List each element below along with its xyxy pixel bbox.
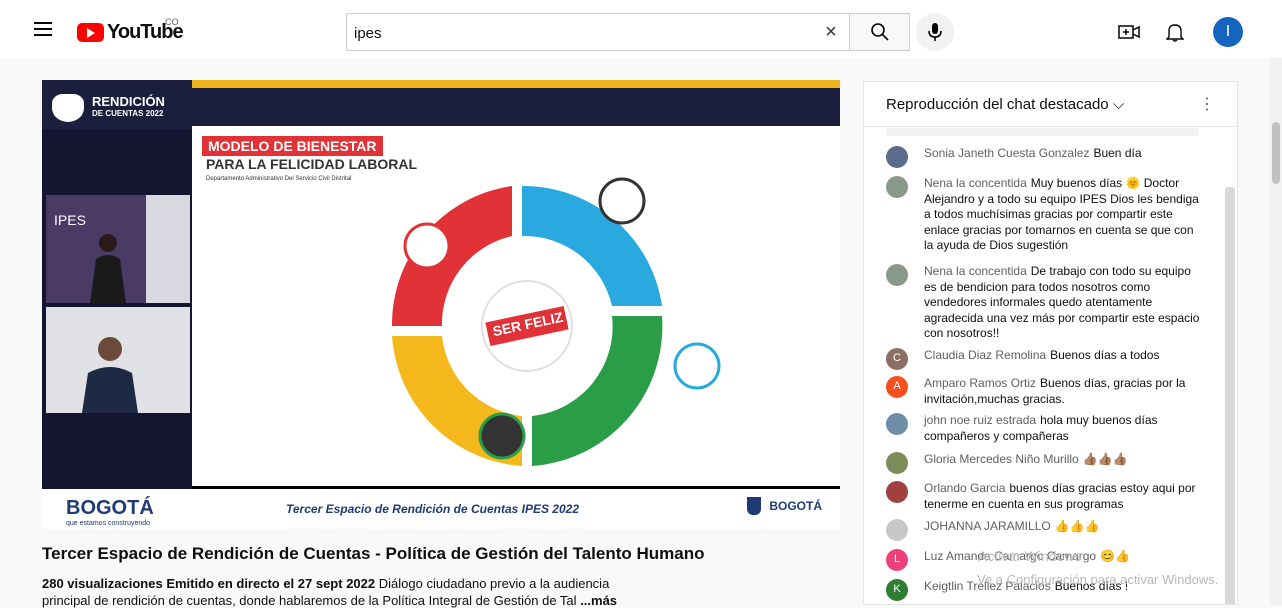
chat-message[interactable]: Gloria Mercedes Niño Murillo 👍🏽👍🏽👍🏽 [886, 452, 1204, 474]
chat-author-avatar[interactable] [886, 176, 908, 198]
chat-author-name[interactable]: Amparo Ramos Ortiz [924, 376, 1036, 390]
chat-author-name[interactable]: john noe ruiz estrada [924, 413, 1036, 427]
video-description-line2[interactable]: principal de rendición de cuentas, donde… [42, 593, 642, 608]
video-description[interactable]: 280 visualizaciones Emitido en directo e… [42, 575, 662, 593]
rendicion-sub-label: DE CUENTAS 2022 [92, 109, 164, 118]
bogota-logo-left: BOGOTÁ que estamos construyendo [66, 497, 154, 527]
masthead: YouTube CO × I [0, 0, 1282, 58]
notifications-bell-icon[interactable] [1163, 20, 1187, 44]
wellbeing-model-diagram [391, 177, 721, 466]
chat-message-body: Orlando Garcia buenos días gracias estoy … [924, 481, 1204, 512]
rendicion-logo: RENDICIÓN DE CUENTAS 2022 [52, 90, 182, 126]
account-avatar[interactable]: I [1213, 17, 1243, 47]
page-scrollbar[interactable] [1270, 58, 1282, 605]
sponsor-logos: BOGOTÁ [747, 497, 822, 515]
chat-author-avatar[interactable] [886, 519, 908, 541]
slide-footer-band: BOGOTÁ que estamos construyendo Tercer E… [42, 489, 840, 529]
chat-message[interactable]: JOHANNA JARAMILLO 👍👍👍 [886, 519, 1204, 541]
search-button[interactable] [850, 13, 910, 51]
chat-scrollbar[interactable] [1225, 187, 1235, 604]
chat-more-options-icon[interactable]: ⋮ [1199, 94, 1215, 114]
chevron-down-icon: ⌵ [1112, 96, 1125, 113]
chat-message-body: Gloria Mercedes Niño Murillo 👍🏽👍🏽👍🏽 [924, 452, 1204, 468]
chat-message-text: 👍👍👍 [1054, 519, 1100, 533]
voice-search-button[interactable] [916, 13, 954, 51]
chat-message-text: 😊👍 [1100, 549, 1130, 563]
microphone-icon [928, 23, 942, 41]
bogota-left-label: BOGOTÁ [66, 497, 154, 519]
chat-author-name[interactable]: Claudia Diaz Remolina [924, 348, 1046, 362]
chat-title: Reproducción del chat destacado [886, 96, 1109, 113]
region-code: CO [165, 17, 179, 27]
shield-logo-icon [747, 497, 762, 515]
chat-message[interactable]: C Claudia Diaz Remolina Buenos días a todo… [886, 348, 1204, 370]
description-line2: principal de rendición de cuentas, donde… [42, 593, 577, 608]
bogota-left-sub: que estamos construyendo [66, 520, 151, 527]
chat-message[interactable]: Orlando Garcia buenos días gracias estoy … [886, 481, 1204, 512]
chat-message[interactable]: A Amparo Ramos Ortiz Buenos días, gracias … [886, 376, 1204, 407]
chat-author-avatar[interactable] [886, 481, 908, 503]
chat-message[interactable]: john noe ruiz estrada hola muy buenos día… [886, 413, 1204, 444]
video-title: Tercer Espacio de Rendición de Cuentas -… [42, 544, 705, 563]
chat-author-name[interactable]: Sonia Janeth Cuesta Gonzalez [924, 146, 1089, 160]
menu-icon[interactable] [34, 22, 52, 36]
chat-author-name[interactable]: Orlando Garcia [924, 481, 1005, 495]
play-logo-icon [77, 22, 104, 42]
search-icon [870, 23, 889, 41]
chat-message[interactable]: Nena la concentida De trabajo con todo su… [886, 264, 1204, 342]
bogota-logo-right: BOGOTÁ [769, 499, 822, 513]
chat-author-name[interactable]: Nena la concentida [924, 264, 1027, 278]
chat-author-avatar[interactable]: L [886, 549, 908, 571]
chat-author-name[interactable]: Nena la concentida [924, 176, 1027, 190]
chat-message[interactable]: Sonia Janeth Cuesta Gonzalez Buen día [886, 146, 1204, 168]
chat-author-avatar[interactable] [886, 264, 908, 286]
chat-author-avatar[interactable] [886, 146, 908, 168]
page-scrollbar-thumb[interactable] [1272, 122, 1280, 184]
video-player[interactable]: RENDICIÓN DE CUENTAS 2022 IPES MODELO DE… [42, 80, 840, 529]
chat-message-body: Nena la concentida Muy buenos días 🌞 Doct… [924, 176, 1204, 254]
chat-author-name[interactable]: JOHANNA JARAMILLO [924, 519, 1051, 533]
presentation-slide: MODELO DE BIENESTAR PARA LA FELICIDAD LA… [192, 126, 840, 486]
chat-message-body: Amparo Ramos Ortiz Buenos días, gracias p… [924, 376, 1204, 407]
chat-author-avatar[interactable]: C [886, 348, 908, 370]
speaker-camera-1: IPES [46, 195, 190, 303]
chat-message[interactable]: Nena la concentida Muy buenos días 🌞 Doct… [886, 176, 1204, 254]
activate-windows-text: Ve a Configuración para activar Windows. [977, 572, 1219, 587]
create-video-icon[interactable] [1117, 20, 1141, 44]
chat-message-body: Nena la concentida De trabajo con todo su… [924, 264, 1204, 342]
chat-replay-panel: Reproducción del chat destacado ⌵ ⋮ Soni… [863, 81, 1238, 605]
chat-message-body: Sonia Janeth Cuesta Gonzalez Buen día [924, 146, 1204, 162]
svg-text:IPES: IPES [54, 212, 86, 228]
chat-message-body: JOHANNA JARAMILLO 👍👍👍 [924, 519, 1204, 535]
slide-accent-stripe [192, 80, 840, 88]
show-more-link[interactable]: ...más [580, 593, 617, 608]
search-input[interactable] [354, 22, 794, 44]
chat-message-text: Buenos días a todos [1050, 348, 1160, 362]
chat-mode-dropdown[interactable]: Reproducción del chat destacado ⌵ [886, 96, 1124, 113]
chat-author-avatar[interactable] [886, 452, 908, 474]
chat-message-body: john noe ruiz estrada hola muy buenos día… [924, 413, 1204, 444]
clear-icon[interactable]: × [821, 22, 841, 42]
stream-date: Emitido en directo el 27 sept 2022 [166, 576, 376, 591]
camera-column: IPES [42, 129, 192, 489]
search-box[interactable]: × [346, 13, 850, 51]
chat-author-avatar[interactable]: A [886, 376, 908, 398]
butterfly-logo-icon [52, 94, 84, 122]
slide-footer-title: Tercer Espacio de Rendición de Cuentas I… [286, 502, 579, 516]
slide-header-band: RENDICIÓN DE CUENTAS 2022 [42, 80, 840, 129]
chat-header: Reproducción del chat destacado ⌵ ⋮ [864, 82, 1237, 127]
chat-message-body: Claudia Diaz Remolina Buenos días a todos [924, 348, 1204, 364]
rendicion-text: RENDICIÓN DE CUENTAS 2022 [92, 94, 165, 120]
rendicion-label: RENDICIÓN [92, 94, 165, 109]
chat-author-name[interactable]: Gloria Mercedes Niño Murillo [924, 452, 1079, 466]
activate-windows-title: Activar Windows [978, 548, 1082, 564]
chat-author-avatar[interactable]: K [886, 579, 908, 601]
speaker-camera-2 [46, 307, 190, 413]
chat-message-text: 👍🏽👍🏽👍🏽 [1082, 452, 1128, 466]
chat-top-spacer [886, 128, 1199, 136]
description-line1: Diálogo ciudadano previo a la audiencia [378, 576, 610, 591]
chat-author-avatar[interactable] [886, 413, 908, 435]
view-count: 280 visualizaciones [42, 576, 163, 591]
chat-message-text: Buen día [1093, 146, 1142, 160]
